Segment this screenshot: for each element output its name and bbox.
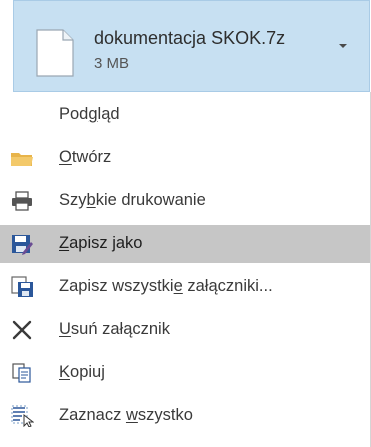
menu-item-remove-attachment[interactable]: Usuń załącznik	[0, 311, 370, 349]
menu-item-quick-print[interactable]: Szybkie drukowanie	[0, 182, 370, 220]
attachment-context-menu: Podgląd Otwórz Szybkie drukowanie Zapisz…	[0, 92, 371, 447]
folder-icon	[11, 153, 33, 166]
menu-item-label: Kopiuj	[59, 363, 105, 381]
menu-item-copy[interactable]: Kopiuj	[0, 354, 370, 392]
copy-icon	[12, 363, 31, 383]
menu-item-preview[interactable]: Podgląd	[0, 96, 370, 134]
file-icon	[36, 29, 74, 77]
menu-item-label: Szybkie drukowanie	[59, 191, 206, 209]
menu-item-save-all[interactable]: Zapisz wszystkie załączniki...	[0, 268, 370, 306]
menu-item-save-as[interactable]: Zapisz jako	[0, 225, 370, 263]
attachment-file-name: dokumentacja SKOK.7z	[94, 28, 286, 48]
menu-item-label: Usuń załącznik	[59, 320, 170, 338]
attachment-card[interactable]: dokumentacja SKOK.7z 3 MB	[13, 0, 370, 92]
menu-item-open[interactable]: Otwórz	[0, 139, 370, 177]
menu-item-select-all[interactable]: Zaznacz wszystko	[0, 397, 370, 435]
chevron-down-icon[interactable]	[336, 41, 350, 51]
menu-item-label: Zaznacz wszystko	[59, 406, 193, 424]
menu-item-label: Otwórz	[59, 148, 112, 166]
menu-item-label: Zapisz jako	[59, 234, 143, 252]
save-as-icon	[12, 235, 33, 255]
select-all-icon	[11, 405, 34, 427]
attachment-file-size: 3 MB	[94, 55, 130, 72]
menu-item-label: Zapisz wszystkie załączniki...	[59, 277, 273, 295]
menu-item-label: Podgląd	[59, 105, 120, 123]
save-all-icon	[11, 276, 33, 297]
printer-icon	[12, 191, 32, 211]
close-icon	[12, 320, 32, 340]
